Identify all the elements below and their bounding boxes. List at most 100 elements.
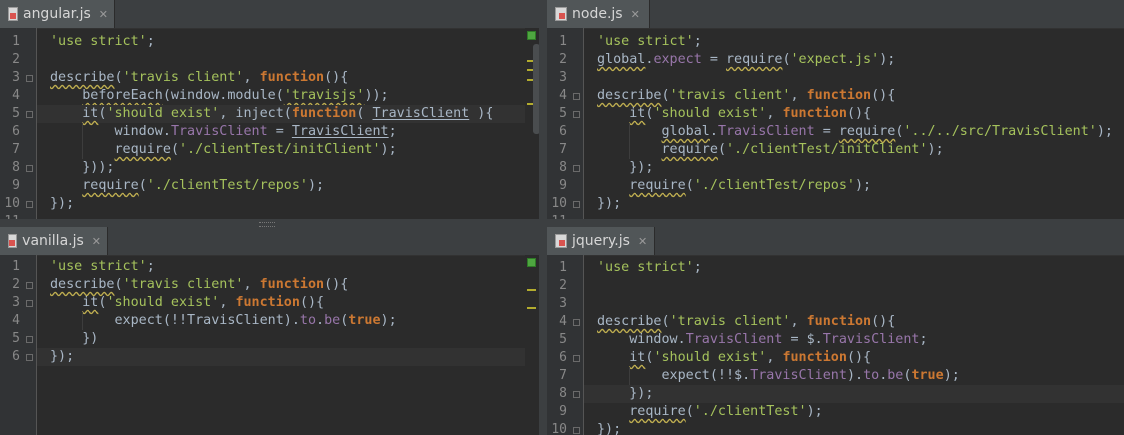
- code-token: ,: [766, 106, 783, 121]
- fold-marker-icon[interactable]: [573, 319, 580, 326]
- code-line[interactable]: beforeEach(window.module('travisjs'));: [37, 87, 539, 105]
- code-line[interactable]: it('should exist', function(){: [584, 105, 1124, 123]
- code-line[interactable]: [584, 277, 1124, 295]
- close-icon[interactable]: ✕: [99, 8, 108, 21]
- javascript-file-icon: [8, 234, 18, 248]
- code-token: TravisClient: [291, 124, 389, 139]
- code-text: describe('travis client', function(){: [597, 313, 895, 331]
- fold-marker-icon[interactable]: [573, 165, 580, 172]
- code-token: function: [806, 314, 872, 329]
- warning-marker[interactable]: [527, 289, 536, 291]
- tab-node-js[interactable]: node.js ✕: [547, 0, 650, 28]
- vertical-splitter[interactable]: [539, 0, 547, 435]
- fold-marker-icon[interactable]: [573, 93, 580, 100]
- line-number-gutter: 1 2 3 4 5 6: [0, 255, 37, 435]
- line-number: 3: [559, 296, 567, 311]
- horizontal-splitter[interactable]: [547, 219, 1124, 227]
- fold-marker-icon[interactable]: [26, 75, 33, 82]
- code-line[interactable]: it('should exist', function(){: [584, 349, 1124, 367]
- tab-label: jquery.js: [572, 233, 630, 249]
- code-line[interactable]: require('./clientTest/initClient');: [584, 141, 1124, 159]
- close-icon[interactable]: ✕: [638, 235, 647, 248]
- tab-angular-js[interactable]: angular.js ✕: [0, 0, 115, 28]
- code-line[interactable]: }));: [37, 159, 539, 177]
- fold-marker-icon[interactable]: [26, 201, 33, 208]
- code-text: global.TravisClient = require('../../src…: [597, 123, 1113, 141]
- line-number: 10: [551, 422, 567, 435]
- code-line[interactable]: });: [584, 195, 1124, 213]
- code-line[interactable]: it('should exist', inject(function( Trav…: [37, 105, 539, 123]
- code-line[interactable]: global.expect = require('expect.js');: [584, 51, 1124, 69]
- fold-marker-icon[interactable]: [573, 201, 580, 208]
- code-line[interactable]: describe('travis client', function(){: [37, 276, 539, 294]
- code-line[interactable]: require('./clientTest/initClient');: [37, 141, 539, 159]
- tab-label: angular.js: [22, 6, 91, 22]
- close-icon[interactable]: ✕: [92, 235, 101, 248]
- code-text: }));: [50, 159, 114, 177]
- code-line[interactable]: require('./clientTest/repos');: [584, 177, 1124, 195]
- code-line[interactable]: describe('travis client', function(){: [584, 87, 1124, 105]
- code-line[interactable]: [37, 51, 539, 69]
- code-token: ,: [219, 295, 236, 310]
- code-line[interactable]: require('./clientTest');: [584, 403, 1124, 421]
- code-editor[interactable]: 'use strict'; describe('travis client', f…: [584, 255, 1124, 435]
- code-line[interactable]: });: [584, 421, 1124, 435]
- splitter-grip-icon[interactable]: [259, 222, 275, 227]
- warning-marker[interactable]: [527, 307, 536, 309]
- code-line[interactable]: 'use strict';: [584, 259, 1124, 277]
- code-editor[interactable]: 'use strict'; describe('travis client', f…: [37, 28, 539, 219]
- fold-marker-icon[interactable]: [26, 300, 33, 307]
- fold-marker-icon[interactable]: [573, 427, 580, 434]
- code-line[interactable]: window.TravisClient = TravisClient;: [37, 123, 539, 141]
- code-line[interactable]: });: [37, 348, 539, 366]
- code-text: }): [50, 330, 98, 348]
- fold-marker-icon[interactable]: [26, 111, 33, 118]
- code-line[interactable]: global.TravisClient = require('../../src…: [584, 123, 1124, 141]
- fold-marker-icon[interactable]: [573, 391, 580, 398]
- code-editor[interactable]: 'use strict'; describe('travis client', f…: [37, 255, 539, 435]
- code-line[interactable]: require('./clientTest/repos');: [37, 177, 539, 195]
- code-text: });: [597, 195, 621, 213]
- tab-label: vanilla.js: [22, 233, 84, 249]
- code-line[interactable]: 'use strict';: [37, 258, 539, 276]
- code-token: (: [717, 142, 726, 157]
- line-number: 1: [559, 34, 567, 49]
- code-token: ));: [364, 88, 389, 103]
- code-token: require: [661, 142, 718, 157]
- code-line[interactable]: });: [584, 159, 1124, 177]
- fold-marker-icon[interactable]: [573, 111, 580, 118]
- code-line[interactable]: it('should exist', function(){: [37, 294, 539, 312]
- code-text: describe('travis client', function(){: [597, 87, 895, 105]
- close-icon[interactable]: ✕: [631, 8, 640, 21]
- line-number: 9: [559, 178, 567, 193]
- code-line[interactable]: [584, 295, 1124, 313]
- code-text: 'use strict';: [50, 258, 155, 276]
- code-token: ;: [919, 332, 928, 347]
- line-number: 7: [559, 142, 567, 157]
- inspection-ok-icon[interactable]: [527, 31, 536, 40]
- code-line[interactable]: expect(!!TravisClient).to.be(true);: [37, 312, 539, 330]
- code-line[interactable]: }): [37, 330, 539, 348]
- code-line[interactable]: expect(!!$.TravisClient).to.be(true);: [584, 367, 1124, 385]
- fold-marker-icon[interactable]: [26, 354, 33, 361]
- code-line[interactable]: describe('travis client', function(){: [584, 313, 1124, 331]
- fold-marker-icon[interactable]: [573, 355, 580, 362]
- code-line[interactable]: describe('travis client', function(){: [37, 69, 539, 87]
- code-line[interactable]: });: [37, 195, 539, 213]
- code-line[interactable]: window.TravisClient = $.TravisClient;: [584, 331, 1124, 349]
- inspection-ok-icon[interactable]: [527, 258, 536, 267]
- code-line[interactable]: 'use strict';: [584, 33, 1124, 51]
- fold-marker-icon[interactable]: [26, 336, 33, 343]
- fold-marker-icon[interactable]: [26, 165, 33, 172]
- code-token: function: [782, 350, 847, 365]
- tab-vanilla-js[interactable]: vanilla.js ✕: [0, 227, 108, 255]
- code-editor[interactable]: 'use strict'; global.expect = require('ex…: [584, 28, 1124, 219]
- tab-jquery-js[interactable]: jquery.js ✕: [547, 227, 655, 255]
- code-text: });: [597, 159, 653, 177]
- code-line[interactable]: 'use strict';: [37, 33, 539, 51]
- code-text: 'use strict';: [597, 259, 702, 277]
- code-line[interactable]: [584, 69, 1124, 87]
- fold-marker-icon[interactable]: [26, 282, 33, 289]
- code-line[interactable]: });: [584, 385, 1124, 403]
